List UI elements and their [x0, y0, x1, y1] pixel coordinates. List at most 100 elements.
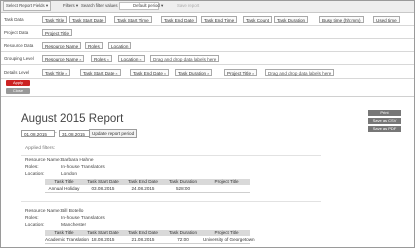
toolbar: Select Report Fields ▾ Filters ▾ Search …: [1, 1, 414, 13]
details-chip-label: Task Start Date: [83, 71, 115, 76]
remove-icon[interactable]: ×: [65, 72, 67, 76]
roles-key: Roles:: [25, 165, 39, 170]
location-line: Location: London: [25, 172, 77, 178]
details-drop-zone[interactable]: Drag and drop data labels here: [265, 69, 335, 76]
resource-name-value: Bill Botello: [61, 209, 84, 214]
chevron-down-icon: ▾: [75, 3, 79, 8]
report-title: August 2015 Report: [21, 113, 124, 125]
close-button[interactable]: Close: [6, 88, 30, 94]
save-pdf-button[interactable]: Save as PDF: [368, 126, 401, 132]
filters-button[interactable]: Filters ▾: [63, 2, 78, 10]
resource-data-label: Resource Data: [4, 43, 34, 48]
field-chip[interactable]: Task Duration: [274, 16, 309, 23]
save-csv-button[interactable]: Save as CSV: [368, 118, 401, 124]
field-chip[interactable]: Location: [108, 42, 132, 49]
field-chip[interactable]: Busy time (hh:mm): [319, 16, 364, 23]
details-chip[interactable]: Task Title×: [42, 69, 71, 76]
field-chip[interactable]: Used time: [373, 16, 400, 23]
grouping-chip-label: Location: [121, 57, 139, 62]
table-cell: 21.08.2015: [131, 237, 155, 242]
table-cell: University of Georgetown: [203, 237, 255, 242]
remove-icon[interactable]: ×: [164, 72, 166, 76]
resource-name-key: Resource Name:: [25, 158, 61, 163]
update-report-period-button[interactable]: Update report period: [89, 129, 138, 138]
resource-name-value: Barbara Hahne: [61, 158, 94, 163]
details-chip-label: Task Duration: [178, 71, 207, 76]
field-chip[interactable]: Resource Name: [42, 42, 82, 49]
roles-line: Roles: In-house Translators: [25, 216, 105, 222]
location-key: Location:: [25, 223, 45, 228]
field-chip[interactable]: Task Title: [42, 16, 68, 23]
divider: [21, 201, 321, 202]
location-value: London: [61, 172, 78, 177]
table-cell: 03.08.2015: [91, 186, 115, 191]
task-data-label: Task Data: [4, 17, 24, 22]
field-chip[interactable]: Roles: [85, 42, 103, 49]
field-chip[interactable]: Task Start Date: [69, 16, 107, 23]
roles-key: Roles:: [25, 216, 39, 221]
roles-value: In-house Translators: [61, 165, 105, 170]
grouping-level-label: Grouping Level: [4, 56, 34, 61]
grouping-drop-zone[interactable]: Drag and drop data labels here: [150, 55, 220, 62]
project-data-row: Project Data Project Title: [1, 27, 414, 39]
field-chip[interactable]: Task End Date: [161, 16, 197, 23]
table-cell: 528:00: [175, 186, 191, 191]
table-row: Academic Translation 18.08.2015 21.08.20…: [45, 236, 255, 244]
remove-icon[interactable]: ×: [79, 58, 81, 62]
chevron-down-icon: ▾: [45, 3, 49, 8]
date-separator: -: [55, 130, 57, 136]
resource-data-row: Resource Data Resource Name Roles Locati…: [1, 40, 414, 52]
location-line: Location: Manchester: [25, 223, 86, 229]
grouping-chip[interactable]: Resource Name×: [42, 55, 85, 62]
remove-icon[interactable]: ×: [139, 58, 141, 62]
save-report-button[interactable]: Save report: [177, 2, 199, 10]
grouping-chip-label: Resource Name: [45, 57, 79, 62]
project-data-label: Project Data: [4, 30, 29, 35]
field-chip[interactable]: Task End Time: [201, 16, 238, 23]
date-from-input[interactable]: 01.08.2015: [21, 130, 55, 137]
field-chip[interactable]: Project Title: [42, 29, 72, 36]
details-level-row: Details Level Task Title× Task Start Dat…: [1, 67, 414, 79]
report-builder-window: Select Report Fields ▾ Filters ▾ Search …: [0, 0, 415, 248]
grouping-chip[interactable]: Roles×: [91, 55, 112, 62]
select-report-fields-label: Select Report Fields: [6, 3, 45, 8]
resource-name-line: Resource Name:Bill Botello: [25, 209, 83, 215]
default-period-label: Default period: [133, 3, 160, 8]
print-button[interactable]: Print: [368, 110, 401, 116]
field-chip[interactable]: Task Count: [243, 16, 272, 23]
default-period-select[interactable]: Default period ▾: [133, 2, 163, 10]
grouping-chip[interactable]: Location×: [118, 55, 145, 62]
resource-name-key: Resource Name:: [25, 209, 61, 214]
select-report-fields-button[interactable]: Select Report Fields ▾: [3, 1, 52, 11]
details-chip[interactable]: Project Title×: [224, 69, 258, 76]
table-cell: 24.08.2015: [131, 186, 155, 191]
table-row: Annual Holiday 03.08.2015 24.08.2015 528…: [45, 185, 250, 193]
table-cell: Academic Translation: [45, 237, 89, 242]
chevron-down-icon: ▾: [160, 3, 164, 8]
grouping-level-row: Grouping Level Resource Name× Roles× Loc…: [1, 53, 414, 65]
date-to-input[interactable]: 31.08.2015: [59, 130, 93, 137]
task-data-row: Task Data Task Title Task Start Date Tas…: [1, 14, 414, 26]
location-key: Location:: [25, 172, 45, 177]
details-level-label: Details Level: [4, 70, 30, 75]
remove-icon[interactable]: ×: [115, 72, 117, 76]
table-cell: Annual Holiday: [48, 186, 80, 191]
remove-icon[interactable]: ×: [207, 72, 209, 76]
table-cell: 72:00: [177, 237, 189, 242]
resource-name-line: Resource Name:Barbara Hahne: [25, 158, 94, 164]
applied-filters-label: Applied filters:: [25, 146, 56, 151]
divider: [1, 96, 414, 97]
details-chip[interactable]: Task Duration×: [175, 69, 213, 76]
details-chip-label: Task End Date: [133, 71, 163, 76]
field-chip[interactable]: Task Start Time: [114, 16, 152, 23]
filter-search-label: Search filter values: [81, 3, 118, 8]
details-chip[interactable]: Task Start Date×: [80, 69, 121, 76]
roles-line: Roles: In-house Translators: [25, 165, 105, 171]
remove-icon[interactable]: ×: [107, 58, 109, 62]
details-chip-label: Project Title: [227, 71, 251, 76]
divider: [21, 155, 321, 156]
filters-label: Filters: [63, 3, 75, 8]
remove-icon[interactable]: ×: [252, 72, 254, 76]
details-chip[interactable]: Task End Date×: [130, 69, 170, 76]
apply-button[interactable]: Apply: [6, 80, 30, 86]
